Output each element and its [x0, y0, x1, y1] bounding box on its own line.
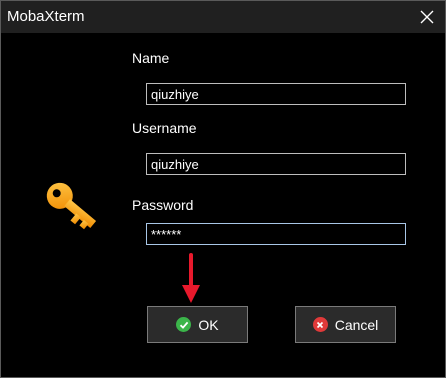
- red-down-arrow: [182, 253, 200, 303]
- cancel-button[interactable]: Cancel: [295, 306, 396, 343]
- window-title: MobaXterm: [7, 8, 85, 25]
- title-bar: MobaXterm: [1, 1, 445, 33]
- name-field[interactable]: [146, 83, 406, 105]
- dialog-content: Name Username Password OK: [1, 33, 445, 377]
- close-button[interactable]: [415, 5, 439, 29]
- key-icon: [46, 182, 97, 230]
- name-label: Name: [132, 50, 170, 66]
- cancel-button-label: Cancel: [334, 316, 379, 333]
- username-label: Username: [132, 120, 197, 136]
- password-field[interactable]: [146, 223, 406, 245]
- password-label: Password: [132, 197, 194, 213]
- ok-button[interactable]: OK: [147, 306, 248, 343]
- username-field[interactable]: [146, 153, 406, 175]
- close-icon: [420, 10, 434, 24]
- check-circle-icon: [176, 317, 192, 332]
- mobaxterm-credentials-dialog: MobaXterm Name qiuzhiye Username qiuzhiy…: [0, 0, 446, 378]
- ok-button-label: OK: [198, 316, 219, 333]
- x-circle-icon: [312, 317, 328, 332]
